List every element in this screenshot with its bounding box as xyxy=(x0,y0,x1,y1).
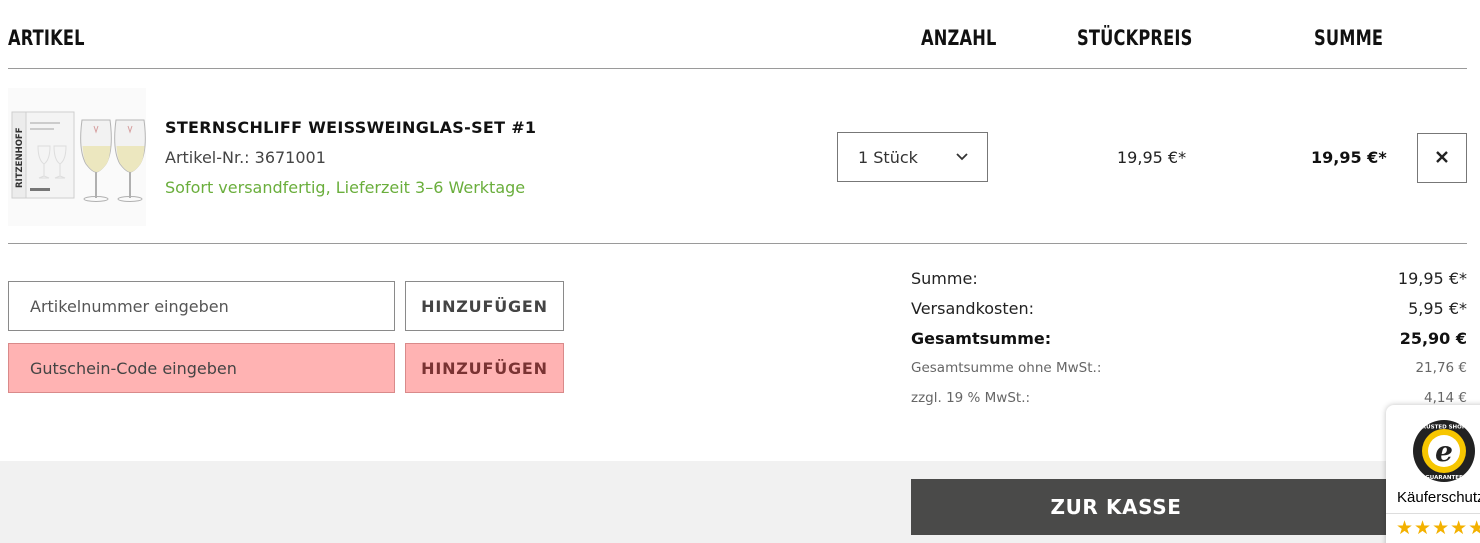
grand-total-label: Gesamtsumme: xyxy=(911,329,1052,348)
product-name-link[interactable]: STERNSCHLIFF WEISSWEINGLAS-SET #1 xyxy=(165,118,536,137)
divider xyxy=(8,243,1467,244)
article-number-placeholder: Artikelnummer eingeben xyxy=(30,296,229,316)
vat-label: zzgl. 19 % MwSt.: xyxy=(911,390,1031,406)
unit-price: 19,95 €* xyxy=(1117,148,1187,167)
net-total-value: 21,76 € xyxy=(1415,360,1467,376)
quantity-select[interactable]: 1 Stück xyxy=(837,132,988,182)
column-header-stueckpreis: STÜCKPREIS xyxy=(1077,26,1193,50)
add-article-button[interactable]: HINZUFÜGEN xyxy=(405,281,564,331)
article-number-input[interactable]: Artikelnummer eingeben xyxy=(8,281,395,331)
divider xyxy=(1386,513,1480,514)
svg-text:e: e xyxy=(1435,435,1453,468)
svg-text:GUARANTEE: GUARANTEE xyxy=(1425,475,1463,481)
trusted-shops-badge[interactable]: e TRUSTED SHOPS GUARANTEE Käuferschutz ★… xyxy=(1386,405,1480,543)
box-brand-text: RITZENHOFF xyxy=(15,127,25,188)
row-total: 19,95 €* xyxy=(1311,148,1387,167)
grand-total-value: 25,90 € xyxy=(1399,329,1467,348)
product-image[interactable]: RITZENHOFF xyxy=(8,88,146,226)
column-header-anzahl: ANZAHL xyxy=(921,26,997,50)
add-voucher-button[interactable]: HINZUFÜGEN xyxy=(405,343,564,393)
vat-value: 4,14 € xyxy=(1424,390,1467,406)
column-header-artikel: ARTIKEL xyxy=(8,26,85,50)
star-rating: ★★★★★ xyxy=(1396,517,1480,539)
delivery-status: Sofort versandfertig, Lieferzeit 3–6 Wer… xyxy=(165,178,526,197)
buyer-protection-label: Käuferschutz xyxy=(1397,489,1480,506)
close-icon xyxy=(1435,149,1449,168)
voucher-code-input[interactable]: Gutschein-Code eingeben xyxy=(8,343,395,393)
subtotal-value: 19,95 €* xyxy=(1397,269,1467,288)
voucher-code-placeholder: Gutschein-Code eingeben xyxy=(30,358,237,378)
shipping-label: Versandkosten: xyxy=(911,299,1035,318)
product-sku: Artikel-Nr.: 3671001 xyxy=(165,148,326,167)
svg-text:TRUSTED SHOPS: TRUSTED SHOPS xyxy=(1418,425,1470,431)
quantity-value: 1 Stück xyxy=(858,147,918,167)
net-total-label: Gesamtsumme ohne MwSt.: xyxy=(911,360,1102,376)
subtotal-label: Summe: xyxy=(911,269,978,288)
divider xyxy=(8,68,1467,69)
chevron-down-icon xyxy=(955,147,969,171)
trusted-shops-seal-icon: e TRUSTED SHOPS GUARANTEE xyxy=(1412,419,1476,483)
remove-item-button[interactable] xyxy=(1417,133,1467,183)
shipping-value: 5,95 €* xyxy=(1408,299,1467,318)
column-header-summe: SUMME xyxy=(1314,26,1384,50)
